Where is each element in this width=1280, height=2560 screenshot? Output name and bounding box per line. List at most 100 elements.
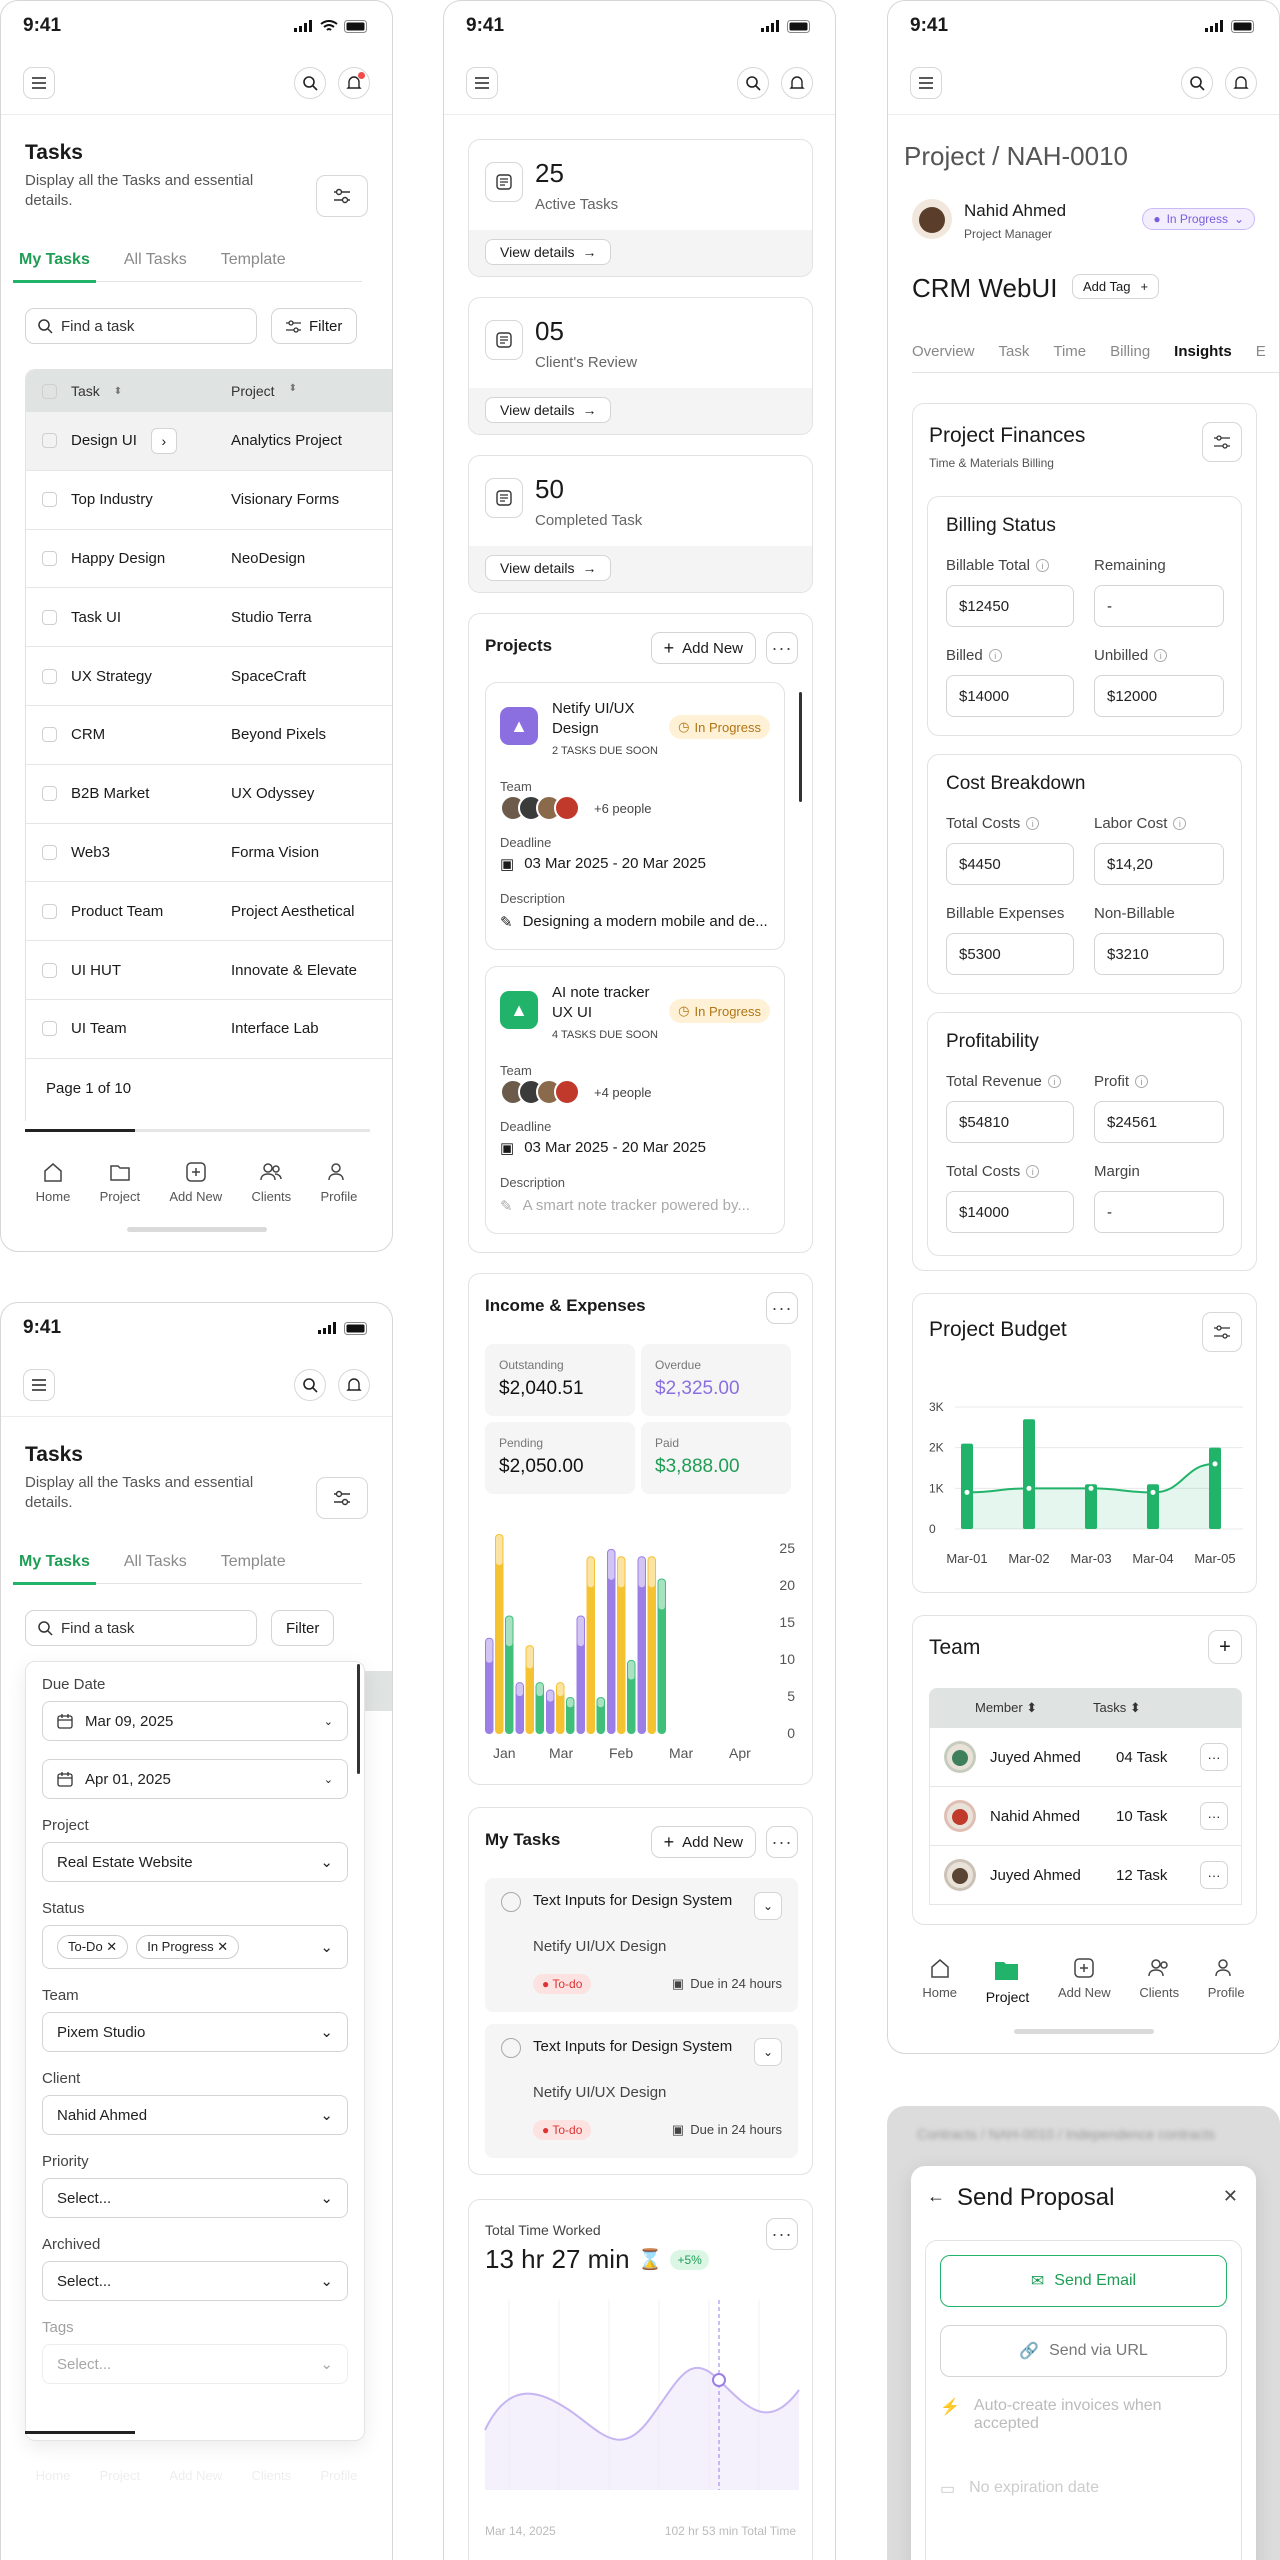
view-details-button[interactable]: View details → [485, 239, 612, 265]
info-icon[interactable]: i [988, 649, 1002, 662]
close-icon[interactable]: ✕ [1223, 2186, 1238, 2207]
tab-template[interactable]: Template [221, 251, 286, 269]
project-item[interactable]: ▲ Netify UI/UX Design 2 TASKS DUE SOON ◷ In … [485, 682, 785, 950]
info-icon[interactable]: i [1047, 1075, 1061, 1088]
project-item[interactable]: ▲ AI note tracker UX UI 4 TASKS DUE SOON ◷ I… [485, 966, 785, 1234]
search-input[interactable]: Find a task [25, 1610, 257, 1646]
nav-add-new[interactable]: Add New [1058, 1957, 1111, 2005]
tab-insights[interactable]: Insights [1174, 343, 1232, 360]
priority-select[interactable]: Select... ⌄ [42, 2178, 348, 2218]
status-dropdown[interactable]: ● In Progress ⌄ [1142, 208, 1255, 230]
info-icon[interactable]: i [1135, 1075, 1149, 1088]
profit-field[interactable]: $24561 [1094, 1101, 1224, 1143]
menu-icon[interactable] [23, 1368, 55, 1401]
task-radio[interactable] [501, 2038, 521, 2058]
more-options-icon[interactable]: ··· [766, 632, 798, 664]
more-options-icon[interactable]: ··· [766, 2218, 798, 2250]
add-tag-button[interactable]: Add Tag + [1072, 274, 1160, 299]
row-checkbox[interactable] [42, 550, 57, 566]
notification-bell-icon[interactable] [781, 66, 813, 99]
nav-profile[interactable]: Profile [320, 1161, 357, 1204]
nav-project[interactable]: Project [986, 1957, 1029, 2005]
notification-bell-icon[interactable] [338, 66, 370, 99]
labor-cost-field[interactable]: $14,20 [1094, 843, 1224, 885]
view-details-button[interactable]: View details → [485, 555, 612, 581]
tab-all-tasks[interactable]: All Tasks [124, 1553, 187, 1571]
nav-home[interactable]: Home [36, 1161, 70, 1204]
add-member-icon[interactable]: + [1208, 1630, 1242, 1664]
date-to-select[interactable]: Apr 01, 2025 ⌄ [42, 1759, 348, 1799]
menu-icon[interactable] [910, 66, 942, 99]
task-item[interactable]: Text Inputs for Design System Netify UI/U… [485, 1878, 798, 2012]
table-row[interactable]: Task UI Studio Terra [26, 588, 392, 648]
unbilled-field[interactable]: $12000 [1094, 675, 1224, 717]
table-row[interactable]: UI Team Interface Lab [26, 1000, 392, 1059]
menu-icon[interactable] [466, 66, 498, 99]
client-select[interactable]: Nahid Ahmed ⌄ [42, 2095, 348, 2135]
project-select[interactable]: Real Estate Website ⌄ [42, 1842, 348, 1882]
search-icon[interactable] [1181, 66, 1213, 99]
expand-chevron-icon[interactable]: ⌄ [754, 2038, 782, 2066]
chevron-right-icon[interactable]: › [150, 427, 177, 454]
tags-select[interactable]: Select... ⌄ [42, 2344, 348, 2384]
nav-project[interactable]: Project [100, 1161, 140, 1204]
table-row[interactable]: UX Strategy SpaceCraft [26, 647, 392, 706]
row-checkbox[interactable] [42, 492, 57, 508]
row-checkbox[interactable] [42, 962, 57, 978]
more-options-icon[interactable]: ··· [766, 1292, 798, 1324]
table-row[interactable]: Happy Design NeoDesign [26, 530, 392, 589]
row-checkbox[interactable] [42, 727, 57, 743]
row-checkbox[interactable] [42, 668, 57, 684]
info-icon[interactable]: i [1026, 1165, 1040, 1178]
date-from-select[interactable]: Mar 09, 2025 ⌄ [42, 1701, 348, 1741]
nav-add-new[interactable]: Add New [169, 2468, 222, 2483]
add-task-button[interactable]: + Add New [650, 1826, 756, 1858]
tab-my-tasks[interactable]: My Tasks [13, 1553, 96, 1585]
menu-icon[interactable] [23, 66, 55, 99]
archived-select[interactable]: Select... ⌄ [42, 2261, 348, 2301]
tab-my-tasks[interactable]: My Tasks [13, 251, 96, 283]
profit-total-costs-field[interactable]: $14000 [946, 1191, 1074, 1233]
horizontal-scrollbar[interactable] [25, 1129, 370, 1132]
team-row[interactable]: Nahid Ahmed 10 Task ··· [929, 1787, 1242, 1846]
nav-profile[interactable]: Profile [320, 2468, 357, 2483]
expand-chevron-icon[interactable]: ⌄ [754, 1892, 782, 1920]
sort-icon[interactable]: ⬍ [114, 386, 122, 397]
tab-task[interactable]: Task [999, 343, 1030, 360]
settings-sliders-icon[interactable] [316, 175, 368, 217]
total-costs-field[interactable]: $4450 [946, 843, 1074, 885]
nav-project[interactable]: Project [100, 2468, 140, 2483]
nav-add-new[interactable]: Add New [169, 1161, 222, 1204]
more-options-icon[interactable]: ··· [1200, 1743, 1228, 1771]
margin-field[interactable]: - [1094, 1191, 1224, 1233]
search-icon[interactable] [294, 1368, 326, 1401]
notification-bell-icon[interactable] [338, 1368, 370, 1401]
scrollbar[interactable] [799, 692, 802, 802]
settings-sliders-icon[interactable] [1202, 1312, 1242, 1352]
status-select[interactable]: To-Do ✕ In Progress ✕ ⌄ [42, 1925, 348, 1969]
search-icon[interactable] [294, 66, 326, 99]
more-options-icon[interactable]: ··· [1200, 1802, 1228, 1830]
row-checkbox[interactable] [42, 433, 57, 449]
remaining-field[interactable]: - [1094, 585, 1224, 627]
more-options-icon[interactable]: ··· [766, 1826, 798, 1858]
info-icon[interactable]: i [1173, 817, 1187, 830]
more-options-icon[interactable]: ··· [1200, 1861, 1228, 1889]
tab-more[interactable]: E [1256, 343, 1266, 360]
nav-home[interactable]: Home [36, 2468, 71, 2483]
team-row[interactable]: Juyed Ahmed 04 Task ··· [929, 1728, 1242, 1787]
search-icon[interactable] [737, 66, 769, 99]
nav-home[interactable]: Home [922, 1957, 957, 2005]
sort-icon[interactable]: ⬍ [289, 383, 297, 399]
view-details-button[interactable]: View details → [485, 397, 612, 423]
info-icon[interactable]: i [1035, 559, 1049, 572]
team-select[interactable]: Pixem Studio ⌄ [42, 2012, 348, 2052]
row-checkbox[interactable] [42, 844, 57, 860]
nav-clients[interactable]: Clients [1139, 1957, 1179, 2005]
total-revenue-field[interactable]: $54810 [946, 1101, 1074, 1143]
settings-sliders-icon[interactable] [316, 1477, 368, 1519]
row-checkbox[interactable] [42, 609, 57, 625]
add-project-button[interactable]: + Add New [650, 632, 756, 664]
table-row[interactable]: Web3 Forma Vision [26, 824, 392, 883]
filter-button[interactable]: Filter [271, 308, 358, 344]
